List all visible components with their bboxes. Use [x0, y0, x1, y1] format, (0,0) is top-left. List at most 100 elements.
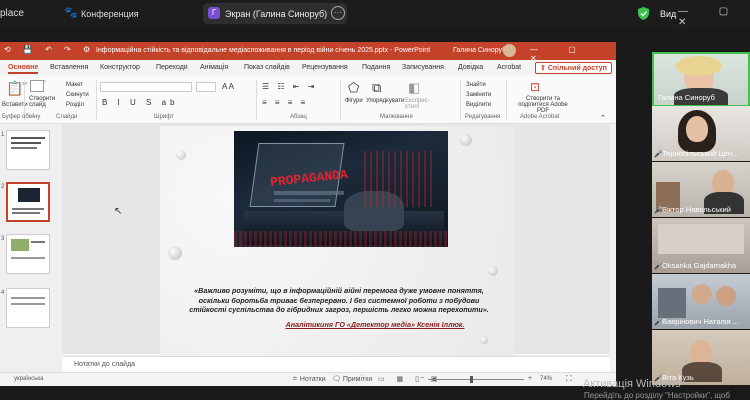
comments-toggle-label: Примітки: [342, 376, 373, 383]
ribbon: 📋 Вставити ✂ ⎘ 🖌 Створити слайд Макет Ск…: [0, 76, 616, 124]
share-icon: ⇪: [540, 65, 548, 72]
quick-access-toolbar[interactable]: ⟲ 💾 ↶ ↷ ⚙: [4, 45, 95, 54]
tab-transitions[interactable]: Переходи: [156, 64, 188, 71]
tab-animations[interactable]: Анімація: [200, 64, 228, 71]
section-button[interactable]: Розділ: [66, 102, 84, 108]
user-avatar[interactable]: [503, 44, 516, 57]
font-format-icons[interactable]: B I U S ab: [102, 98, 178, 107]
water-drop: [176, 150, 186, 160]
select-button[interactable]: Виділити: [466, 102, 491, 108]
arrange-icon[interactable]: ⧉: [372, 80, 381, 96]
water-drop: [168, 246, 182, 260]
thumb-number: 2: [1, 184, 5, 190]
conference-label[interactable]: Конференция: [81, 9, 139, 19]
tab-insert[interactable]: Вставлення: [50, 64, 88, 71]
font-grow-icons[interactable]: A A: [222, 82, 234, 91]
participant-tile[interactable]: 🎤 Ваврінович Наталія ...: [652, 274, 750, 329]
zoom-out-icon[interactable]: −: [420, 375, 424, 382]
find-button[interactable]: Знайти: [466, 82, 486, 88]
window-controls[interactable]: — ▢ ✕: [678, 6, 750, 28]
ppt-content: 1 2 3 4 PROPAGANDA «Важливо розуміти, що…: [0, 124, 616, 386]
status-bar: українська ≐ Нотатки 🗨 Примітки ▭ ▦ ▯ ▣ …: [0, 372, 616, 386]
tab-design[interactable]: Конструктор: [100, 64, 140, 71]
participant-tile[interactable]: 🎤 Віта Кузь: [652, 330, 750, 385]
group-slides: Слайди: [56, 114, 78, 120]
share-label: Спільний доступ: [547, 65, 607, 72]
view-menu[interactable]: Вид: [660, 9, 676, 19]
paw-icon: 🐾: [64, 7, 78, 19]
zoom-top-bar: place 🐾 Конференция Г Экран (Галина Сино…: [0, 0, 750, 28]
group-font: Шрифт: [154, 114, 174, 120]
tab-slideshow[interactable]: Показ слайдів: [244, 64, 290, 71]
group-editing: Редагування: [465, 114, 501, 120]
participant-tile[interactable]: 🎤 Oksanka Gajdamakha: [652, 218, 750, 273]
screen-share-pill[interactable]: Г Экран (Галина Синоруб) ···: [203, 3, 347, 24]
participant-name: Ваврінович Наталія ...: [662, 317, 739, 326]
font-size-input[interactable]: [196, 82, 216, 92]
layout-button[interactable]: Макет: [66, 82, 83, 88]
new-slide-icon[interactable]: [30, 80, 44, 92]
participant-tile[interactable]: Галина Синоруб: [652, 52, 750, 107]
powerpoint-window: ⟲ 💾 ↶ ↷ ⚙ Інформаційна стійкість та відп…: [0, 42, 616, 386]
shield-check-icon: [638, 7, 649, 20]
adobe-pdf-label[interactable]: Створити та поділитися Adobe PDF: [512, 96, 574, 114]
paragraph-icons[interactable]: ☰ ☷ ⇤ ⇥: [262, 82, 317, 91]
adobe-pdf-icon[interactable]: ⊡: [530, 80, 540, 94]
paste-icon[interactable]: 📋: [6, 80, 23, 97]
participant-name: Галина Синоруб: [658, 93, 715, 102]
replace-button[interactable]: Замінити: [466, 92, 491, 98]
notes-pane[interactable]: Нотатки до слайда: [62, 356, 610, 372]
propaganda-image: PROPAGANDA: [234, 131, 448, 247]
participant-tile[interactable]: 🎤 Тернопільський Цен...: [652, 106, 750, 161]
zoom-slider-thumb[interactable]: [470, 376, 473, 383]
muted-mic-icon: 🎤: [654, 207, 663, 214]
tab-record[interactable]: Записування: [402, 64, 444, 71]
notes-toggle[interactable]: ≐ Нотатки: [292, 375, 326, 383]
app-title: place: [0, 8, 24, 19]
language-label[interactable]: українська: [14, 376, 44, 382]
fit-slide-icon[interactable]: ⛶: [566, 374, 572, 384]
slide-thumb-selected[interactable]: [6, 182, 50, 222]
zoom-in-icon[interactable]: +: [528, 375, 532, 382]
user-name: Галина Синоруб: [453, 47, 507, 54]
slide-thumb[interactable]: [6, 234, 50, 274]
windows-activation-title: Активація Windows: [583, 378, 681, 390]
comments-toggle[interactable]: 🗨 Примітки: [332, 375, 372, 383]
shapes-label[interactable]: Фігури: [345, 98, 363, 104]
reset-button[interactable]: Скинути: [66, 92, 89, 98]
tab-home[interactable]: Основне: [8, 64, 39, 74]
alignment-icons[interactable]: ≡ ≡ ≡ ≡: [262, 98, 308, 107]
slide-thumb[interactable]: [6, 288, 50, 328]
slide-canvas: PROPAGANDA «Важливо розуміти, що в інфор…: [62, 124, 610, 356]
current-slide[interactable]: PROPAGANDA «Важливо розуміти, що в інфор…: [160, 126, 514, 356]
water-drop: [460, 134, 472, 146]
document-title: Інформаційна стійкість та відповідальне …: [96, 47, 431, 54]
collapse-ribbon-icon[interactable]: ⌃: [600, 114, 606, 122]
thumb-number: 4: [1, 290, 5, 296]
font-name-input[interactable]: [100, 82, 192, 92]
group-drawing: Малювання: [380, 114, 413, 120]
more-options-icon[interactable]: ···: [331, 6, 345, 20]
arrange-label[interactable]: Упорядкувати: [366, 98, 404, 104]
slide-thumb[interactable]: [6, 130, 50, 170]
shapes-icon[interactable]: ⬠: [348, 80, 359, 96]
tab-acrobat[interactable]: Acrobat: [497, 64, 521, 71]
participant-tile[interactable]: 🎤 Віктор Навольський: [652, 162, 750, 217]
group-clipboard: Буфер обміну: [2, 114, 41, 120]
zoom-level[interactable]: 74%: [540, 376, 552, 382]
mouse-cursor-icon: ↖: [114, 206, 123, 217]
new-slide-label[interactable]: Створити слайд: [29, 96, 59, 108]
share-button[interactable]: ⇪ Спільний доступ: [535, 62, 612, 74]
participant-name: Віктор Навольський: [662, 205, 731, 214]
quick-styles-icon[interactable]: ◧: [408, 80, 420, 96]
quick-styles-label[interactable]: Експрес-стилі: [405, 98, 433, 110]
thumb-number: 3: [1, 236, 5, 242]
tab-help[interactable]: Довідка: [458, 64, 483, 71]
tab-review[interactable]: Рецензування: [302, 64, 348, 71]
notes-toggle-label: Нотатки: [299, 376, 326, 383]
zoom-slider[interactable]: [428, 379, 524, 380]
slide-quote: «Важливо розуміти, що в інформаційній ві…: [189, 286, 489, 314]
tab-view[interactable]: Подання: [362, 64, 390, 71]
windows-activation-hint: Перейдіть до розділу "Настройки", щоб: [584, 391, 730, 400]
ribbon-tabs: Основне Вставлення Конструктор Переходи …: [0, 60, 616, 76]
